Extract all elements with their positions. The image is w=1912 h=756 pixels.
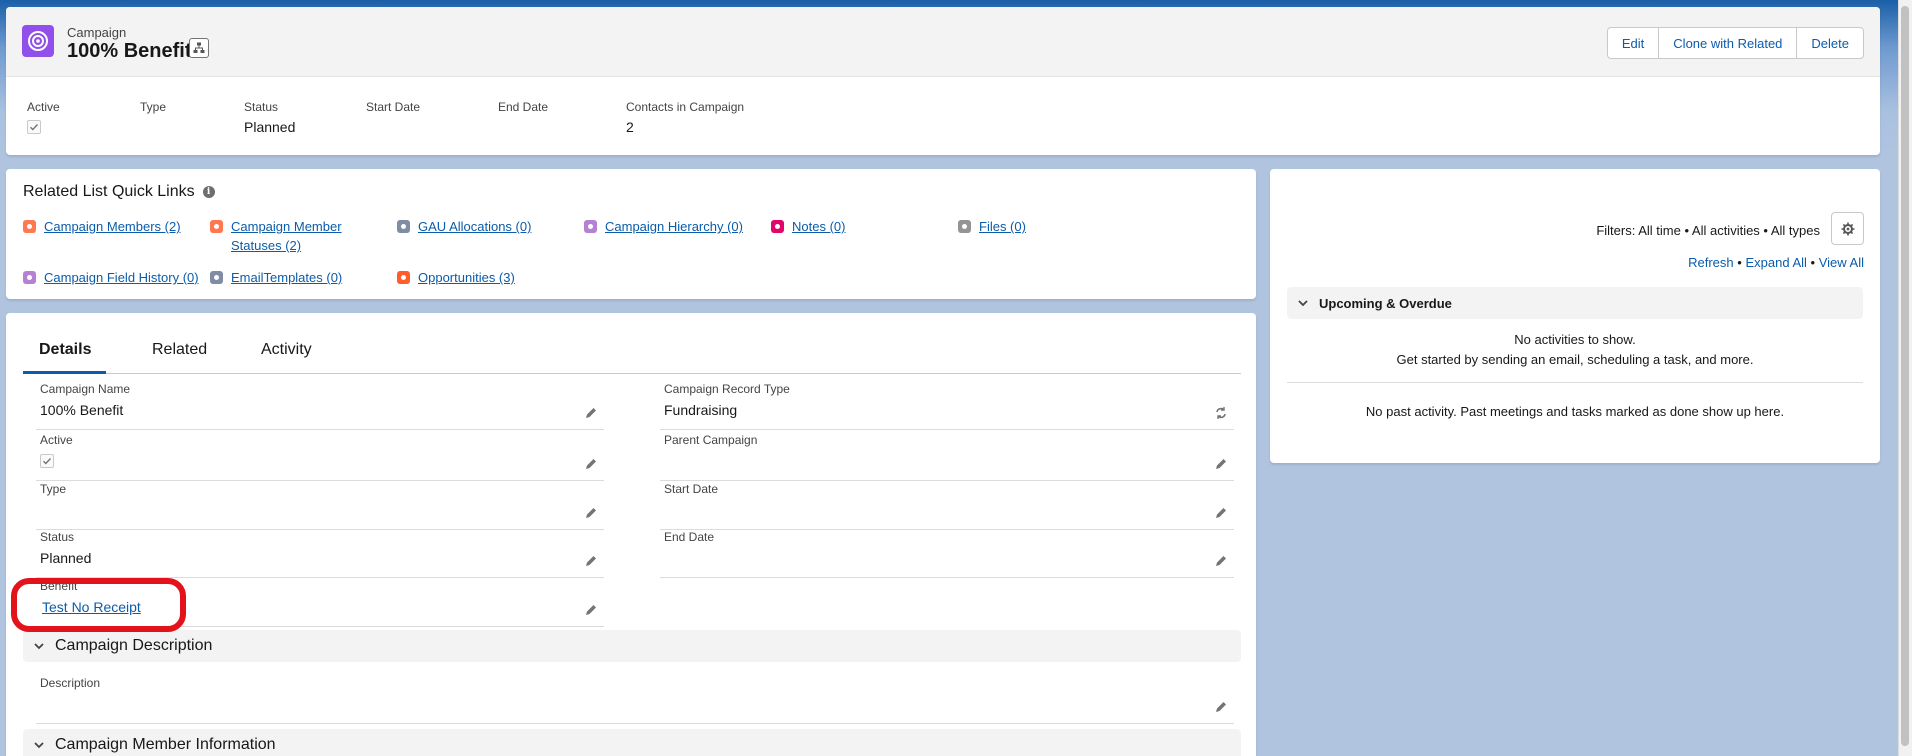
highlight-end-date: End Date bbox=[498, 100, 549, 114]
field-description: Description bbox=[36, 676, 1234, 724]
chevron-down-icon bbox=[34, 643, 44, 650]
red-highlight-annotation bbox=[11, 578, 186, 632]
activity-divider bbox=[1287, 382, 1863, 383]
campaign-icon bbox=[22, 25, 54, 57]
active-checkbox-icon bbox=[27, 120, 41, 134]
edit-pencil-icon[interactable] bbox=[1214, 506, 1228, 520]
related-list-quick-links: Related List Quick Links i Campaign Memb… bbox=[6, 169, 1256, 299]
wrench-icon bbox=[210, 271, 223, 284]
upcoming-overdue-section[interactable]: Upcoming & Overdue bbox=[1287, 287, 1863, 319]
section-campaign-member-information[interactable]: Campaign Member Information bbox=[23, 729, 1241, 756]
scrollbar-thumb[interactable] bbox=[1901, 6, 1909, 746]
edit-pencil-icon[interactable] bbox=[584, 603, 598, 617]
field-status: Status Planned bbox=[36, 530, 604, 578]
tab-activity[interactable]: Activity bbox=[261, 341, 312, 359]
clone-with-related-button[interactable]: Clone with Related bbox=[1658, 28, 1796, 58]
edit-pencil-icon[interactable] bbox=[584, 506, 598, 520]
header-actions: Edit Clone with Related Delete bbox=[1606, 27, 1864, 59]
highlight-contacts-in-campaign: Contacts in Campaign 2 bbox=[626, 100, 745, 135]
tab-related[interactable]: Related bbox=[152, 341, 207, 359]
field-history-icon bbox=[23, 271, 36, 284]
field-campaign-record-type: Campaign Record Type Fundraising bbox=[660, 382, 1234, 430]
chevron-down-icon bbox=[34, 742, 44, 749]
activity-filters: Filters: All time • All activities • All… bbox=[1596, 223, 1820, 238]
highlight-active: Active bbox=[27, 100, 60, 135]
highlight-type: Type bbox=[140, 100, 167, 114]
edit-pencil-icon[interactable] bbox=[584, 406, 598, 420]
field-active: Active bbox=[36, 433, 604, 481]
view-all-link[interactable]: View All bbox=[1819, 255, 1864, 270]
tab-details[interactable]: Details bbox=[39, 341, 91, 359]
field-parent-campaign: Parent Campaign bbox=[660, 433, 1234, 481]
field-campaign-name: Campaign Name 100% Benefit bbox=[36, 382, 604, 430]
info-icon[interactable]: i bbox=[202, 186, 215, 198]
activity-settings-button[interactable] bbox=[1831, 212, 1864, 245]
quick-link-gau-allocations[interactable]: GAU Allocations (0) bbox=[397, 217, 531, 236]
quick-link-email-templates[interactable]: EmailTemplates (0) bbox=[210, 268, 342, 287]
edit-button[interactable]: Edit bbox=[1608, 28, 1658, 58]
object-label: Campaign bbox=[67, 25, 127, 40]
highlight-status: Status Planned bbox=[244, 100, 296, 135]
view-hierarchy-button[interactable] bbox=[189, 38, 209, 58]
chevron-down-icon bbox=[1298, 300, 1308, 307]
quick-link-notes[interactable]: Notes (0) bbox=[771, 217, 845, 236]
active-tab-indicator bbox=[23, 371, 106, 374]
refresh-link[interactable]: Refresh bbox=[1688, 255, 1734, 270]
highlight-start-date: Start Date bbox=[366, 100, 421, 114]
details-panel: Details Related Activity Campaign Name 1… bbox=[6, 313, 1256, 756]
files-icon bbox=[958, 220, 971, 233]
page-scrollbar[interactable] bbox=[1898, 0, 1912, 756]
activity-actions: Refresh • Expand All • View All bbox=[1688, 255, 1864, 270]
get-started-message: Get started by sending an email, schedul… bbox=[1396, 352, 1754, 367]
quick-link-files[interactable]: Files (0) bbox=[958, 217, 1026, 236]
expand-all-link[interactable]: Expand All bbox=[1745, 255, 1806, 270]
quick-links-title: Related List Quick Links i bbox=[23, 183, 215, 201]
field-start-date: Start Date bbox=[660, 482, 1234, 530]
notes-icon bbox=[771, 220, 784, 233]
quick-link-opportunities[interactable]: Opportunities (3) bbox=[397, 268, 515, 287]
campaign-member-statuses-icon bbox=[210, 220, 223, 233]
campaign-hierarchy-icon bbox=[584, 220, 597, 233]
record-tabs: Details Related Activity bbox=[23, 327, 1241, 374]
delete-button[interactable]: Delete bbox=[1796, 28, 1863, 58]
quick-link-campaign-field-history[interactable]: Campaign Field History (0) bbox=[23, 268, 199, 287]
quick-link-campaign-member-statuses[interactable]: Campaign Member Statuses (2) bbox=[210, 217, 342, 255]
wrench-icon bbox=[397, 220, 410, 233]
edit-pencil-icon[interactable] bbox=[1214, 700, 1228, 714]
record-header-top: Campaign 100% Benefit Edit Clone with Re… bbox=[6, 7, 1880, 77]
campaign-members-icon bbox=[23, 220, 36, 233]
activity-panel: Filters: All time • All activities • All… bbox=[1270, 169, 1880, 463]
record-header: Campaign 100% Benefit Edit Clone with Re… bbox=[6, 7, 1880, 155]
change-record-type-icon[interactable] bbox=[1214, 406, 1228, 420]
quick-link-campaign-members[interactable]: Campaign Members (2) bbox=[23, 217, 181, 236]
edit-pencil-icon[interactable] bbox=[1214, 554, 1228, 568]
section-campaign-description[interactable]: Campaign Description bbox=[23, 630, 1241, 662]
edit-pencil-icon[interactable] bbox=[1214, 457, 1228, 471]
no-past-activity-message: No past activity. Past meetings and task… bbox=[1365, 404, 1785, 419]
field-type: Type bbox=[36, 482, 604, 530]
gear-icon bbox=[1841, 222, 1854, 235]
record-title: 100% Benefit bbox=[67, 40, 192, 62]
no-activities-message: No activities to show. bbox=[1514, 332, 1636, 347]
quick-link-campaign-hierarchy[interactable]: Campaign Hierarchy (0) bbox=[584, 217, 743, 236]
active-checkbox-icon bbox=[40, 454, 54, 468]
crown-icon bbox=[397, 271, 410, 284]
field-end-date: End Date bbox=[660, 530, 1234, 578]
hierarchy-icon bbox=[193, 42, 205, 53]
edit-pencil-icon[interactable] bbox=[584, 554, 598, 568]
edit-pencil-icon[interactable] bbox=[584, 457, 598, 471]
